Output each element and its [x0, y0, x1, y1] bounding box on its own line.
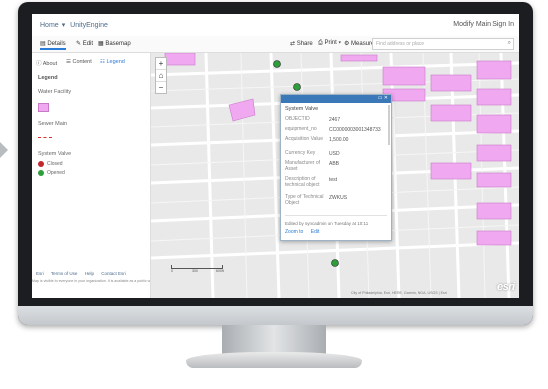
tab-content[interactable]: ☰ Content [66, 59, 92, 65]
popup-field-value: ZWKUS [329, 195, 348, 201]
popup-footer: Zoom to Edit [285, 229, 325, 235]
share-button[interactable]: ⇄ Share [290, 40, 313, 47]
breadcrumb: Home ▾ UnityEngine [40, 21, 111, 29]
app-title: UnityEngine [70, 22, 108, 29]
facility-parcel [476, 172, 512, 188]
footer-link[interactable]: Esri [36, 271, 44, 276]
tab-about[interactable]: ⓘ About [36, 59, 57, 67]
popup-field-value: 1,500.00 [329, 137, 349, 143]
popup-field-label: OBJECTID [285, 116, 310, 122]
home-button[interactable]: ⌂ [156, 70, 166, 82]
popup-field-label: Currency Key [285, 150, 316, 156]
popup-divider [285, 215, 387, 216]
scale-bar: 0 300 600ft [171, 265, 224, 273]
popup-field-label: equipment_no [285, 126, 317, 132]
popup-scrollbar[interactable] [388, 105, 390, 145]
monitor-frame: Home ▾ UnityEngine Modify Main Sign In ▤ … [18, 2, 533, 325]
layer-title-water-facility: Water Facility [38, 89, 72, 95]
monitor-chin [18, 306, 533, 325]
zoom-in-button[interactable]: + [156, 58, 166, 70]
search-input[interactable]: Find address or place ⌕ [372, 38, 514, 50]
zoom-out-button[interactable]: − [156, 82, 166, 93]
scale-label: 600ft [216, 269, 224, 273]
esri-logo: esri [497, 281, 515, 293]
details-button[interactable]: ▤ Details [40, 40, 66, 50]
chevron-down-icon[interactable]: ▾ [62, 22, 66, 29]
screen: Home ▾ UnityEngine Modify Main Sign In ▤ … [32, 14, 519, 298]
basemap-button[interactable]: ▦ Basemap [98, 40, 131, 47]
search-icon[interactable]: ⌕ [508, 40, 511, 47]
facility-parcel [430, 74, 472, 92]
map-attribution: City of Philadelphia, Esri, HERE, Garmin… [351, 291, 447, 295]
app-header: Home ▾ UnityEngine Modify Main Sign In [32, 14, 519, 37]
zoom-controls: + ⌂ − [155, 57, 167, 94]
popup-field-label: Description of technical object [285, 176, 320, 188]
facility-parcel [476, 114, 512, 134]
panel-tabs: ⓘ About ☰ Content ☷ Legend [36, 57, 148, 69]
scale-label: 300 [192, 269, 198, 273]
zoom-to-link[interactable]: Zoom to [285, 229, 303, 235]
scale-label: 0 [171, 269, 173, 273]
sewer-line-swatch [38, 137, 52, 138]
footer-link[interactable]: Contact Esri [101, 271, 126, 276]
home-link[interactable]: Home [40, 22, 59, 29]
popup-field-label: Manufacturer of Asset [285, 160, 321, 172]
monitor-stand-base [186, 352, 362, 368]
measure-button[interactable]: ⚙ Measure [344, 40, 374, 47]
print-button[interactable]: ⎙ Print ▾ [318, 40, 341, 47]
edit-button[interactable]: ✎ Edit [76, 40, 93, 47]
search-placeholder: Find address or place [376, 41, 425, 47]
feature-popup: ▭ ✕ System Valve OBJECTID 2467 equipment… [280, 94, 392, 241]
popup-field-label: Acquisition Value [285, 136, 323, 142]
panel-footer: Esri Terms of Use Help Contact Esri [36, 271, 132, 276]
valve-opened-marker [293, 83, 301, 91]
facility-parcel [476, 144, 512, 162]
valve-opened-marker [273, 60, 281, 68]
layer-title-system-valve: System Valve [38, 151, 72, 157]
monitor-stand-neck [222, 325, 326, 355]
legend-heading: Legend [38, 75, 58, 81]
street [204, 53, 215, 298]
facility-parcel [430, 104, 472, 122]
valve-opened-icon [38, 170, 44, 176]
popup-field-value: test [329, 177, 338, 183]
footer-link[interactable]: Help [85, 271, 94, 276]
facility-parcel [340, 54, 378, 62]
street [269, 53, 281, 298]
popup-header: ▭ ✕ [281, 95, 391, 103]
alley [240, 53, 248, 298]
popup-field-value: CC0000003001348733 [329, 127, 381, 133]
street [151, 241, 519, 260]
popup-controls[interactable]: ▭ ✕ [378, 95, 388, 101]
side-chevron-icon [0, 142, 8, 158]
facility-parcel [430, 162, 472, 180]
popup-edited-note: Edited by syncadmin on Tuesday at 10:11 [285, 221, 369, 226]
popup-field-value: 2467 [329, 117, 341, 123]
facility-parcel [228, 98, 256, 122]
footer-link[interactable]: Terms of Use [51, 271, 78, 276]
facility-parcel [476, 60, 512, 80]
popup-field-value: ABB [329, 161, 340, 167]
popup-field-value: USD [329, 151, 340, 157]
popup-edit-link[interactable]: Edit [311, 229, 320, 235]
user-menu[interactable]: Modify Main [453, 21, 491, 28]
facility-parcel [164, 53, 196, 66]
layer-title-sewer-main: Sewer Main [38, 121, 68, 127]
facility-parcel [476, 88, 512, 106]
sign-in-link[interactable]: Sign In [492, 21, 514, 28]
tab-legend[interactable]: ☷ Legend [100, 59, 125, 65]
facility-parcel [382, 66, 426, 86]
valve-closed-icon [38, 161, 44, 167]
valve-opened-marker [331, 259, 339, 267]
sharing-notice: Map is visible to everyone in your organ… [32, 279, 150, 283]
toolbar: ▤ Details ✎ Edit ▦ Basemap ⇄ Share ⎙ Pri… [32, 36, 519, 53]
facility-parcel [476, 202, 512, 220]
facility-swatch [38, 103, 49, 112]
popup-title: System Valve [285, 106, 319, 112]
legend-item-closed: Closed [47, 161, 63, 167]
legend-item-opened: Opened [47, 170, 65, 176]
popup-field-label: Type of Technical Object [285, 194, 324, 206]
left-panel: ⓘ About ☰ Content ☷ Legend Legend Water … [32, 53, 151, 298]
facility-parcel [476, 230, 512, 246]
